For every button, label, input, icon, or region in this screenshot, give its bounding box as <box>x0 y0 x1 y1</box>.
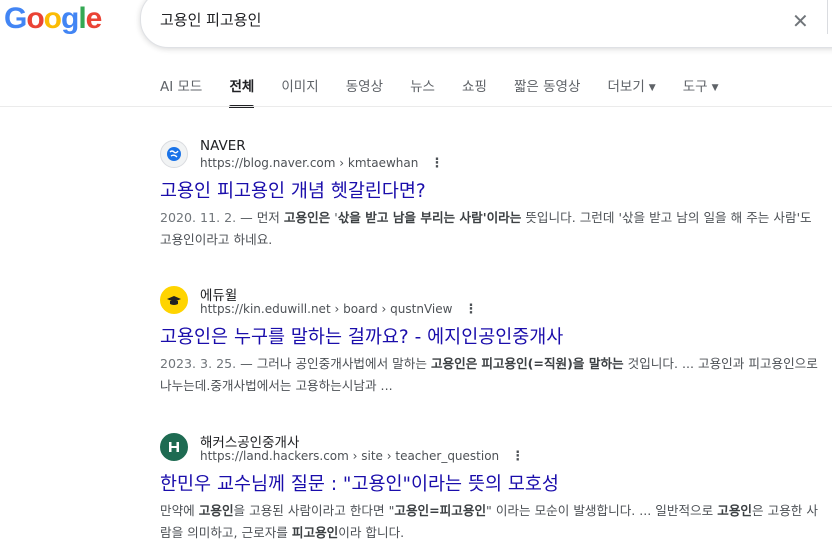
source-name: NAVER <box>200 138 246 154</box>
result-source[interactable]: 에듀윌 https://kin.eduwill.net › board › qu… <box>160 284 832 318</box>
snippet-text: ' <box>330 210 338 225</box>
source-url: https://land.hackers.com › site › teache… <box>200 449 525 464</box>
search-result: 해커스공인중개사 https://land.hackers.com › site… <box>160 431 832 544</box>
result-date: 2020. 11. 2. <box>160 210 237 225</box>
clear-icon[interactable]: ✕ <box>792 9 809 33</box>
hackers-logo-icon <box>160 433 188 461</box>
globe-icon <box>160 140 188 168</box>
snippet-highlight: 고용인=피고용인 <box>394 503 487 518</box>
logo-letter: l <box>78 2 86 35</box>
more-options-icon[interactable]: ⋮ <box>430 156 443 171</box>
result-snippet: 2023. 3. 25. — 그러나 공인중개사법에서 말하는 고용인은 피고용… <box>160 353 820 397</box>
source-name: 해커스공인중개사 <box>200 435 300 451</box>
tab-ai-mode[interactable]: AI 모드 <box>160 78 202 108</box>
tab-short-videos[interactable]: 짧은 동영상 <box>514 78 580 108</box>
logo-letter: g <box>61 2 79 35</box>
source-url: https://kin.eduwill.net › board › qustnV… <box>200 302 478 317</box>
search-divider <box>827 0 828 34</box>
snippet-highlight: '이라는 <box>482 210 522 225</box>
snippet-highlight: 고용인 <box>198 503 234 518</box>
snippet-highlight: 삯을 받고 남을 부리는 사람 <box>337 210 483 225</box>
logo-letter: G <box>4 2 27 35</box>
tab-images[interactable]: 이미지 <box>281 78 318 108</box>
snippet-text: " 이라는 모순이 발생합니다. ... 일반적으로 <box>486 503 718 518</box>
snippet-highlight: 고용인 <box>717 503 753 518</box>
caret-down-icon: ▼ <box>648 83 656 93</box>
search-tabs: AI 모드 전체 이미지 동영상 뉴스 쇼핑 짧은 동영상 더보기 ▼ 도구 ▼ <box>160 76 741 108</box>
search-input[interactable]: 고용인 피고용인 <box>160 9 261 30</box>
graduation-cap-icon <box>160 286 188 314</box>
more-options-icon[interactable]: ⋮ <box>464 302 477 317</box>
tab-videos[interactable]: 동영상 <box>346 78 383 108</box>
caret-down-icon: ▼ <box>711 83 719 93</box>
search-result: NAVER https://blog.naver.com › kmtaewhan… <box>160 138 832 251</box>
snippet-highlight: 피고용인(=직원)을 말하는 <box>481 356 624 371</box>
source-name: 에듀윌 <box>200 288 238 304</box>
logo-letter: o <box>43 2 62 35</box>
google-logo[interactable]: Google <box>4 2 103 36</box>
tab-more[interactable]: 더보기 ▼ <box>607 78 655 108</box>
result-title-link[interactable]: 한민우 교수님께 질문 : "고용인"이라는 뜻의 모호성 <box>160 473 832 497</box>
logo-letter: o <box>26 2 44 35</box>
search-result: 에듀윌 https://kin.eduwill.net › board › qu… <box>160 284 832 397</box>
snippet-text: 을 고용된 사람이라고 한다면 " <box>233 503 395 518</box>
tab-shopping[interactable]: 쇼핑 <box>462 78 487 108</box>
result-source[interactable]: 해커스공인중개사 https://land.hackers.com › site… <box>160 431 832 465</box>
snippet-highlight: 고용인은 <box>430 356 478 371</box>
result-source[interactable]: NAVER https://blog.naver.com › kmtaewhan… <box>160 138 832 172</box>
snippet-highlight: 고용인은 <box>283 210 331 225</box>
source-url: https://blog.naver.com › kmtaewhan ⋮ <box>200 156 444 171</box>
tab-all[interactable]: 전체 <box>229 78 254 108</box>
tab-news[interactable]: 뉴스 <box>410 78 435 108</box>
result-snippet: 2020. 11. 2. — 먼저 고용인은 '삯을 받고 남을 부리는 사람'… <box>160 207 820 251</box>
result-date: 2023. 3. 25. <box>160 356 237 371</box>
snippet-text: — 먼저 <box>236 210 284 225</box>
result-snippet: 만약에 고용인을 고용된 사람이라고 한다면 "고용인=피고용인" 이라는 모순… <box>160 500 820 544</box>
logo-letter: e <box>85 2 103 35</box>
result-title-link[interactable]: 고용인 피고용인 개념 헷갈린다면? <box>160 180 832 204</box>
tab-tools[interactable]: 도구 ▼ <box>683 78 719 108</box>
more-options-icon[interactable]: ⋮ <box>511 449 524 464</box>
snippet-text: — 그러나 공인중개사법에서 말하는 <box>236 356 431 371</box>
result-title-link[interactable]: 고용인은 누구를 말하는 걸까요? - 에지인공인중개사 <box>160 326 832 350</box>
snippet-text: 만약에 <box>160 503 199 518</box>
header-divider <box>0 106 832 107</box>
snippet-text: 이라 합니다. <box>338 525 405 540</box>
snippet-highlight: 피고용인 <box>291 525 339 540</box>
